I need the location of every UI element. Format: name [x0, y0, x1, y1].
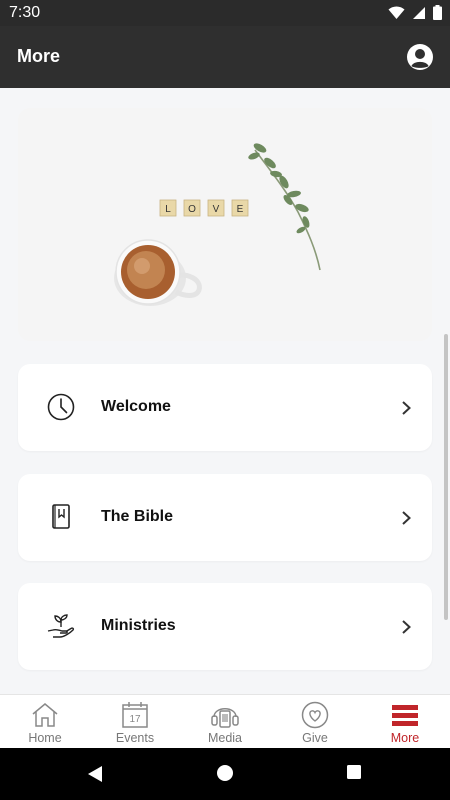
menu-item-label: Ministries — [101, 617, 176, 634]
calendar-icon: 17 — [122, 702, 148, 728]
chevron-right-icon — [402, 511, 411, 525]
nav-label: More — [390, 731, 420, 745]
chevron-right-icon — [402, 620, 411, 634]
nav-more[interactable]: More — [360, 695, 450, 748]
status-icons — [388, 5, 442, 20]
menu-item-ministries[interactable]: Ministries — [18, 583, 432, 670]
hero-image: L O V E — [18, 108, 432, 341]
user-avatar-icon — [407, 44, 433, 70]
clock-icon — [47, 393, 75, 421]
nav-home[interactable]: Home — [0, 695, 90, 748]
menu-item-welcome[interactable]: Welcome — [18, 364, 432, 451]
nav-label: Events — [115, 731, 155, 745]
svg-text:V: V — [213, 204, 220, 215]
menu-item-the-bible[interactable]: The Bible — [18, 474, 432, 561]
menu-icon — [392, 705, 418, 726]
svg-text:L: L — [165, 204, 171, 215]
svg-text:E: E — [237, 204, 244, 215]
recents-icon[interactable] — [346, 764, 362, 780]
svg-text:17: 17 — [129, 714, 141, 725]
nav-label: Media — [207, 731, 243, 745]
nav-label: Home — [28, 731, 62, 745]
status-time: 7:30 — [9, 4, 41, 21]
scrollbar[interactable] — [444, 334, 448, 620]
signal-icon — [413, 6, 425, 19]
nav-media[interactable]: Media — [180, 695, 270, 748]
love-coffee-illustration: L O V E — [18, 108, 432, 341]
home-button-icon[interactable] — [216, 764, 234, 782]
heart-icon — [301, 701, 329, 729]
bible-icon — [52, 504, 70, 529]
system-nav-bar — [0, 748, 450, 800]
chevron-right-icon — [402, 401, 411, 415]
bottom-nav: Home 17 Events Media Give More — [0, 694, 450, 748]
menu-item-label: The Bible — [101, 508, 174, 525]
app-bar: More — [0, 26, 450, 88]
nav-label: Give — [302, 731, 328, 745]
nav-events[interactable]: 17 Events — [90, 695, 180, 748]
hand-plant-icon — [47, 614, 75, 638]
home-icon — [32, 703, 58, 727]
battery-icon — [433, 5, 442, 20]
menu-item-label: Welcome — [101, 398, 171, 415]
page-title: More — [17, 46, 61, 66]
nav-give[interactable]: Give — [270, 695, 360, 748]
status-bar: 7:30 — [0, 0, 450, 26]
wifi-icon — [388, 6, 405, 19]
media-player-icon — [211, 708, 239, 728]
more-content[interactable]: L O V E Welcome The Bible Ministries — [0, 88, 450, 694]
profile-button[interactable] — [406, 43, 434, 71]
svg-text:O: O — [188, 204, 196, 215]
back-icon[interactable] — [86, 764, 104, 784]
